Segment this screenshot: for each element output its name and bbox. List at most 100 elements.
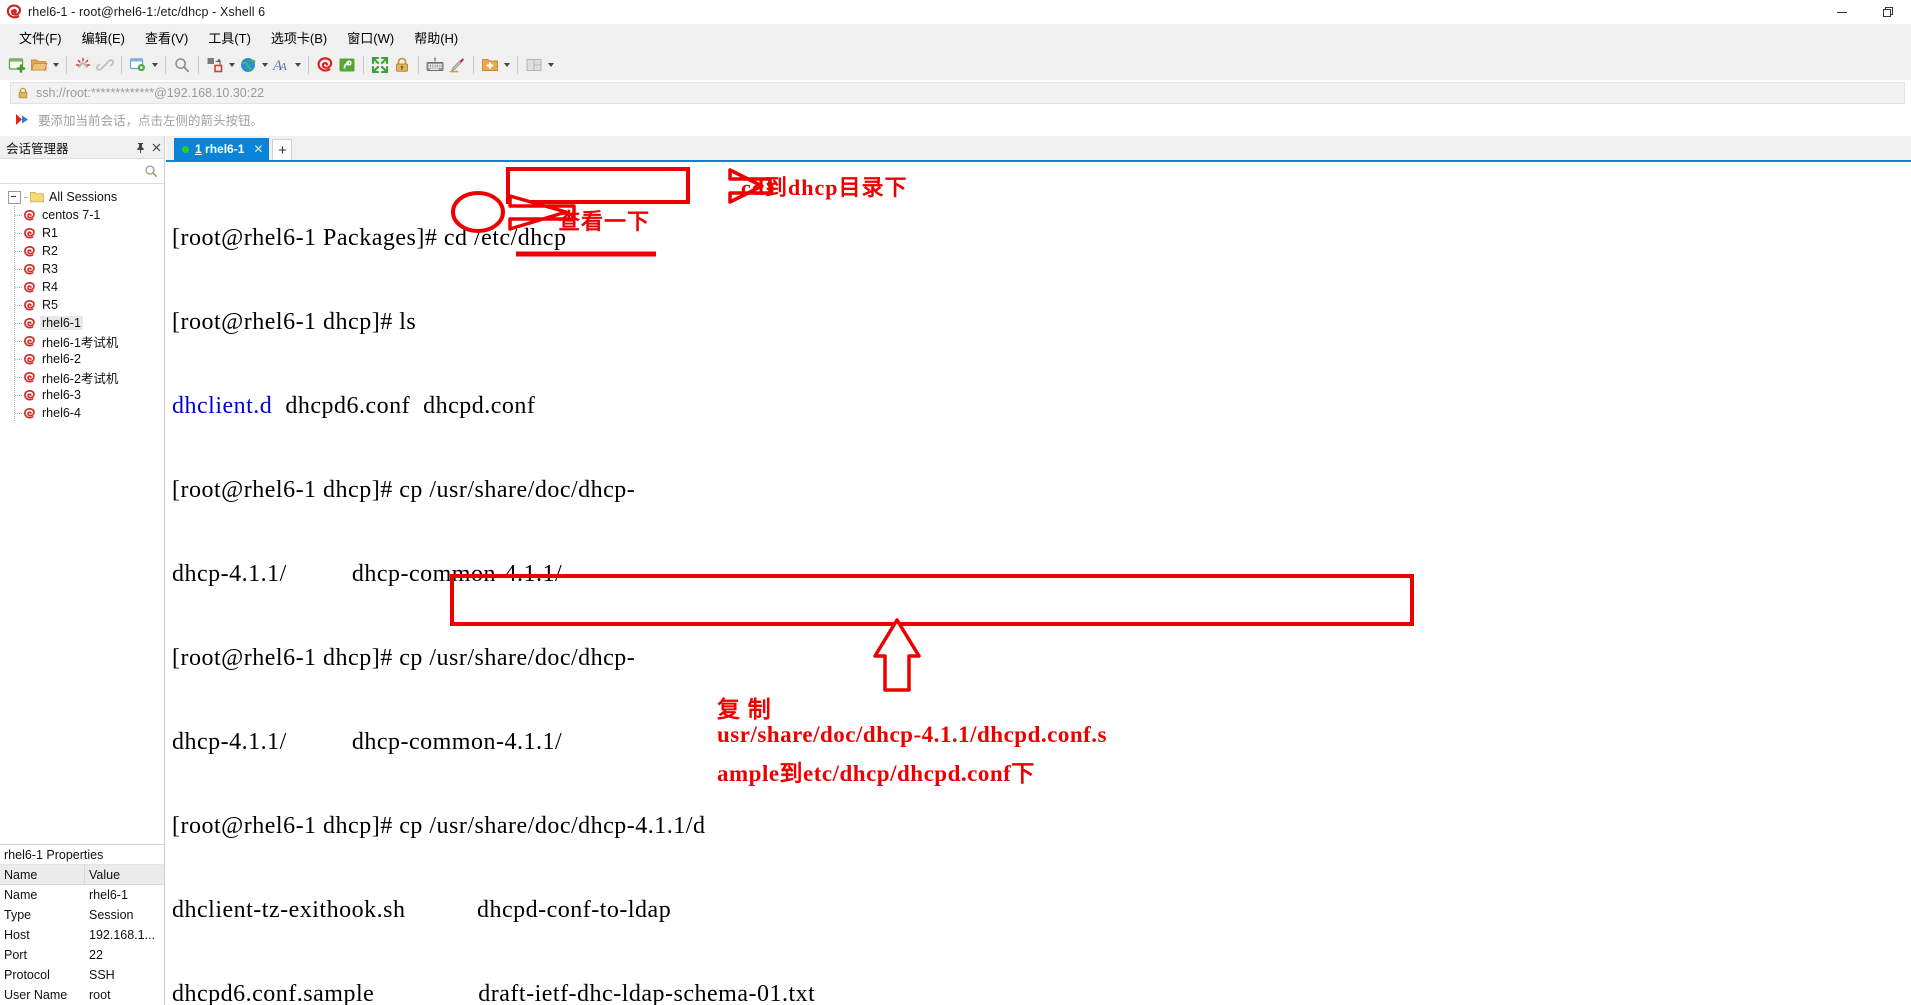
properties-header-row: Name Value: [0, 865, 164, 885]
add-folder-button[interactable]: [479, 52, 512, 78]
disconnect-button[interactable]: [72, 52, 94, 78]
file-transfer-button[interactable]: [204, 52, 237, 78]
svg-text:A: A: [279, 61, 287, 73]
xftp-button[interactable]: [336, 52, 358, 78]
find-button[interactable]: [171, 52, 193, 78]
annotation-label-copy-3: ample到etc/dhcp/dhcpd.conf下: [717, 761, 1035, 786]
tab-label: 1 rhel6-1: [195, 142, 244, 156]
red-arrow-icon: [15, 113, 30, 126]
open-session-dropdown[interactable]: [50, 54, 61, 76]
menu-help[interactable]: 帮助(H): [405, 26, 467, 49]
properties-title: rhel6-1 Properties: [0, 845, 164, 865]
web-button[interactable]: [237, 52, 270, 78]
pin-icon[interactable]: [132, 138, 148, 156]
session-item-rhel6-2-exam[interactable]: rhel6-2考试机: [0, 368, 164, 386]
tree-guide: [15, 359, 22, 360]
close-icon[interactable]: ✕: [253, 142, 263, 156]
session-label: centos 7-1: [42, 208, 101, 222]
terminal-dir-name: dhclient.d: [172, 393, 273, 419]
session-icon: [23, 299, 36, 312]
session-item-rhel6-1[interactable]: rhel6-1: [0, 314, 164, 332]
open-session-button[interactable]: [28, 52, 61, 78]
annotation-label-copy-1: 复 制: [717, 697, 772, 722]
session-label: rhel6-4: [42, 406, 81, 420]
close-icon[interactable]: [148, 138, 164, 156]
layout-dropdown[interactable]: [545, 54, 556, 76]
session-search-bar[interactable]: [0, 159, 164, 184]
tree-guide: [15, 377, 22, 378]
highlight-button[interactable]: [446, 52, 468, 78]
menu-tabs[interactable]: 选项卡(B): [262, 26, 336, 49]
tree-guide: [15, 323, 22, 324]
tab-rhel6-1[interactable]: 1 rhel6-1 ✕: [174, 138, 270, 160]
toolbar: A A: [0, 50, 1911, 80]
session-properties-dropdown[interactable]: [149, 54, 160, 76]
tree-guide: [15, 215, 22, 216]
font-button[interactable]: A A: [270, 52, 303, 78]
new-session-button[interactable]: [6, 52, 28, 78]
properties-row-username: User Name root: [0, 985, 164, 1005]
menu-edit[interactable]: 编辑(E): [73, 26, 134, 49]
properties-cell-value: Session: [89, 908, 134, 922]
session-item-centos-7-1[interactable]: centos 7-1: [0, 206, 164, 224]
properties-cell-name: Port: [4, 948, 27, 962]
session-icon: [23, 317, 36, 330]
menu-file[interactable]: 文件(F): [10, 26, 71, 49]
session-item-r5[interactable]: R5: [0, 296, 164, 314]
properties-cell-value: rhel6-1: [89, 888, 128, 902]
xshell-button[interactable]: [314, 52, 336, 78]
session-item-r2[interactable]: R2: [0, 242, 164, 260]
notice-text: 要添加当前会话，点击左侧的箭头按钮。: [38, 113, 264, 128]
session-label: R3: [42, 262, 58, 276]
layout-button[interactable]: [523, 52, 556, 78]
session-item-rhel6-2[interactable]: rhel6-2: [0, 350, 164, 368]
tree-guide: [15, 341, 22, 342]
font-dropdown[interactable]: [292, 54, 303, 76]
lock-icon: [391, 54, 413, 76]
keyboard-button[interactable]: [424, 52, 446, 78]
session-item-rhel6-4[interactable]: rhel6-4: [0, 404, 164, 422]
session-icon: [23, 209, 36, 222]
terminal-line: dhcp-4.1.1/ dhcp-common-4.1.1/: [172, 561, 563, 587]
tree-guide: [15, 233, 22, 234]
terminal-line: dhclient.d dhcpd6.conf dhcpd.conf: [172, 392, 1911, 420]
session-item-rhel6-3[interactable]: rhel6-3: [0, 386, 164, 404]
session-manager-panel: 会话管理器 All Sessions centos 7-1 R1 R2 R3 R…: [0, 136, 165, 1005]
terminal-line: [root@rhel6-1 dhcp]# cp /usr/share/doc/d…: [172, 477, 636, 503]
session-properties-button[interactable]: [127, 52, 160, 78]
session-item-rhel6-1-exam[interactable]: rhel6-1考试机: [0, 332, 164, 350]
add-folder-dropdown[interactable]: [501, 54, 512, 76]
address-url: ssh://root:*************@192.168.10.30:2…: [36, 86, 265, 100]
find-icon: [171, 54, 193, 76]
new-tab-button[interactable]: +: [272, 139, 293, 160]
xshell-logo-icon: [6, 4, 22, 20]
restore-button[interactable]: [1865, 0, 1911, 24]
search-icon[interactable]: [144, 164, 158, 178]
session-label: rhel6-1: [40, 316, 83, 330]
tree-root-all-sessions[interactable]: All Sessions: [0, 188, 164, 206]
terminal-line: [root@rhel6-1 dhcp]# ls: [172, 309, 417, 335]
reconnect-button[interactable]: [94, 52, 116, 78]
session-item-r3[interactable]: R3: [0, 260, 164, 278]
session-icon: [23, 263, 36, 276]
properties-row-type: Type Session: [0, 905, 164, 925]
collapse-toggle-icon[interactable]: [8, 190, 21, 204]
session-label: R2: [42, 244, 58, 258]
session-item-r4[interactable]: R4: [0, 278, 164, 296]
fullscreen-icon: [369, 54, 391, 76]
connected-dot-icon: [182, 145, 189, 153]
link-icon: [94, 54, 116, 76]
terminal-line: [root@rhel6-1 Packages]# cd /etc/dhcp: [172, 225, 567, 251]
terminal-pane[interactable]: [root@rhel6-1 Packages]# cd /etc/dhcp [r…: [166, 160, 1911, 1005]
fullscreen-button[interactable]: [369, 52, 391, 78]
lock-session-button[interactable]: [391, 52, 413, 78]
session-label: rhel6-2考试机: [42, 371, 119, 386]
menu-window[interactable]: 窗口(W): [338, 26, 403, 49]
address-bar[interactable]: ssh://root:*************@192.168.10.30:2…: [10, 82, 1905, 104]
web-dropdown[interactable]: [259, 54, 270, 76]
menu-tools[interactable]: 工具(T): [199, 26, 260, 49]
menu-view[interactable]: 查看(V): [136, 26, 197, 49]
minimize-button[interactable]: [1819, 0, 1865, 24]
session-item-r1[interactable]: R1: [0, 224, 164, 242]
file-transfer-dropdown[interactable]: [226, 54, 237, 76]
